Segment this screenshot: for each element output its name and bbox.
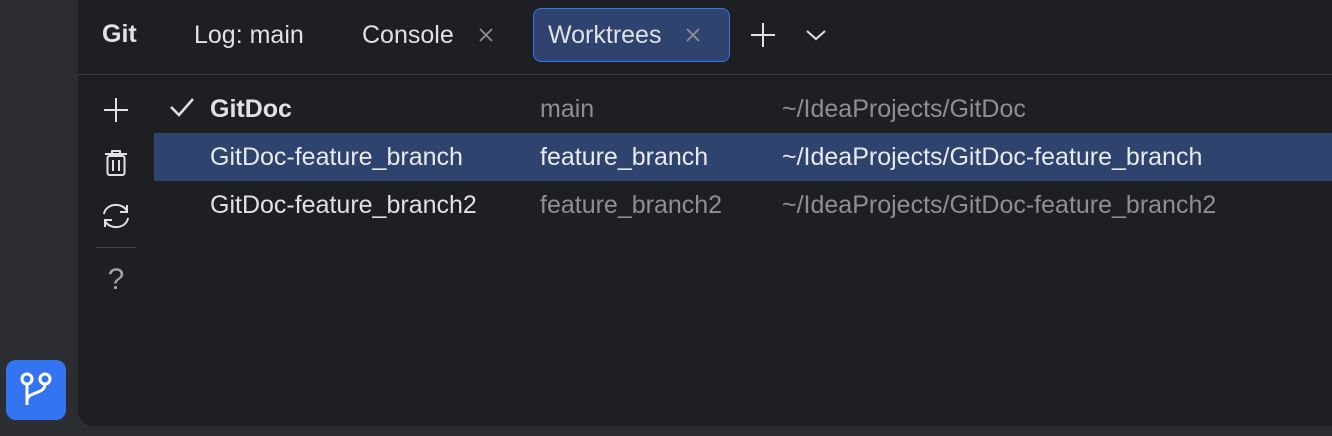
tool-window-title: Git [102,20,137,48]
table-row[interactable]: GitDoc-feature_branch2 feature_branch2 ~… [154,181,1332,229]
worktree-name: GitDoc-feature_branch [210,143,463,171]
worktree-branch: feature_branch [540,143,709,171]
close-icon[interactable] [474,23,498,47]
worktree-branch: feature_branch2 [540,191,723,219]
worktrees-toolbar: ? [96,90,136,300]
worktree-name: GitDoc [210,95,292,123]
tool-window-strip [0,0,78,436]
help-icon[interactable]: ? [96,260,136,300]
git-tool-window-button[interactable] [6,360,66,420]
chevron-down-icon[interactable] [799,18,833,52]
git-branch-icon [20,372,52,405]
tab-label: Log: main [194,20,304,49]
refresh-icon[interactable] [96,196,136,236]
plus-icon[interactable] [746,18,780,52]
tab-worktrees[interactable]: Worktrees [533,8,730,62]
worktree-path: ~/IdeaProjects/GitDoc-feature_branch [782,143,1203,171]
plus-icon[interactable] [96,90,136,130]
worktree-path: ~/IdeaProjects/GitDoc-feature_branch2 [782,191,1217,219]
close-icon[interactable] [681,23,705,47]
table-row[interactable]: GitDoc main ~/IdeaProjects/GitDoc [154,85,1332,133]
tab-log-main[interactable]: Log: main [194,8,304,62]
trash-icon[interactable] [96,143,136,183]
checkmark-icon [168,93,196,128]
worktree-name: GitDoc-feature_branch2 [210,191,477,219]
tab-label: Console [362,20,454,49]
worktree-branch: main [540,95,595,123]
tab-label: Worktrees [548,20,662,49]
git-tool-window: Git Log: main Console Worktrees ? GitDoc… [78,0,1332,426]
toolbar-divider [96,247,136,248]
tab-console[interactable]: Console [362,8,498,62]
tool-window-header: Git Log: main Console Worktrees [78,0,1332,75]
worktrees-table: GitDoc main ~/IdeaProjects/GitDoc GitDoc… [154,85,1332,229]
table-row[interactable]: GitDoc-feature_branch feature_branch ~/I… [154,133,1332,181]
worktree-path: ~/IdeaProjects/GitDoc [782,95,1026,123]
